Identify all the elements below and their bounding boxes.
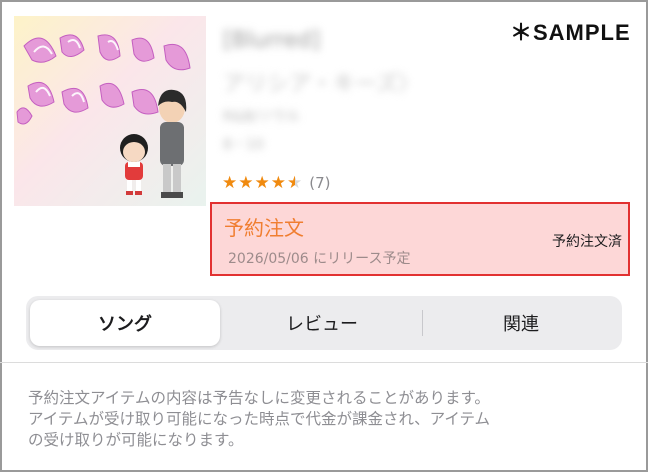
album-genre: R&B/ソウル [223, 109, 300, 125]
preorder-notice: 予約注文アイテムの内容は予告なしに変更されることがあります。 アイテムが受け取り… [28, 388, 628, 451]
preorder-title: 予約注文 [224, 216, 304, 240]
album-artist[interactable]: アリシア・キーズ〉 [223, 66, 503, 106]
star-icon: ★ [222, 172, 238, 193]
album-release-info: 8・10 [223, 137, 264, 153]
section-divider [0, 362, 648, 363]
preorder-release-date: 2026/05/06 にリリース予定 [228, 251, 411, 267]
half-star-icon: ★ [287, 172, 303, 193]
preorder-banner[interactable]: 予約注文 2026/05/06 にリリース予定 予約注文済 [210, 202, 630, 276]
tab-songs[interactable]: ソング [30, 300, 220, 346]
sample-watermark: ＊SAMPLE [510, 20, 631, 45]
album-artwork[interactable] [14, 16, 206, 206]
tab-related[interactable]: 関連 [424, 300, 618, 346]
rating-row[interactable]: ★ ★ ★ ★ ★ (7) [222, 174, 331, 192]
star-icon: ★ [270, 172, 286, 193]
star-icon: ★ [254, 172, 270, 193]
tab-reviews[interactable]: レビュー [224, 300, 420, 346]
rating-count: (7) [309, 174, 331, 192]
segment-divider [422, 310, 423, 336]
notice-line-1: 予約注文アイテムの内容は予告なしに変更されることがあります。 [28, 389, 490, 407]
preorder-status: 予約注文済 [552, 234, 622, 250]
album-title: [Blurred] [223, 28, 321, 53]
album-info: [Blurred] アリシア・キーズ〉 R&B/ソウル 8・10 [223, 28, 503, 162]
segmented-control: ソング レビュー 関連 [26, 296, 622, 350]
artwork-illustration [14, 16, 206, 206]
star-icon: ★ [238, 172, 254, 193]
notice-line-3: の受け取りが可能になります。 [28, 431, 244, 449]
rating-stars: ★ ★ ★ ★ ★ [222, 172, 303, 193]
notice-line-2: アイテムが受け取り可能になった時点で代金が課金され、アイテム [28, 410, 491, 428]
